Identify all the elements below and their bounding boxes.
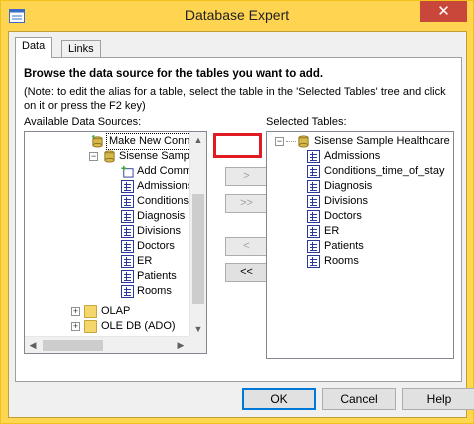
table-icon (307, 150, 320, 163)
database-icon (104, 150, 115, 163)
table-icon (121, 285, 134, 298)
selected-table-row[interactable]: ER (307, 224, 452, 239)
selected-table-label: Rooms (324, 255, 359, 267)
selected-table-row[interactable]: Conditions_time_of_stay (307, 164, 452, 179)
tree-item-label: Diagnosis (137, 210, 186, 222)
tree-item-label: Sisense Sample Healthcare (314, 135, 450, 147)
collapse-icon[interactable]: − (275, 137, 284, 146)
tree-connector (286, 141, 296, 142)
folder-icon (84, 305, 97, 318)
selected-table-row[interactable]: Admissions (307, 149, 452, 164)
table-icon (307, 165, 320, 178)
new-connection-icon (91, 135, 103, 148)
scroll-corner (189, 336, 206, 353)
table-icon (307, 180, 320, 193)
cancel-button[interactable]: Cancel (322, 388, 396, 410)
dialog-body: Links Data Browse the data source for th… (8, 31, 474, 418)
tree-item-label: Admissions (137, 180, 194, 192)
vertical-scrollbar[interactable]: ▲ ▼ (189, 132, 206, 337)
table-icon (121, 195, 134, 208)
database-expert-window: Database Expert ✕ Links Data Browse the … (0, 0, 474, 424)
selected-table-label: Divisions (324, 195, 369, 207)
ok-button[interactable]: OK (242, 388, 316, 410)
tree-item-label: Patients (137, 270, 177, 282)
instruction-note: (Note: to edit the alias for a table, se… (24, 86, 446, 112)
selected-table-row[interactable]: Doctors (307, 209, 452, 224)
tree-item-sisense-sample[interactable]: − Sisense Sample He (89, 149, 206, 164)
expand-icon[interactable]: + (71, 307, 80, 316)
table-icon (307, 225, 320, 238)
scroll-thumb[interactable] (43, 340, 103, 351)
selected-table-row[interactable]: Diagnosis (307, 179, 452, 194)
table-icon (121, 210, 134, 223)
tree-item-make-new-connection[interactable]: Make New Connec (91, 133, 205, 150)
title-bar[interactable]: Database Expert ✕ (1, 1, 473, 31)
expand-icon[interactable]: + (71, 322, 80, 331)
tree-item-ole-db[interactable]: + OLE DB (ADO) (71, 319, 191, 334)
selected-table-label: Patients (324, 240, 364, 252)
table-icon (121, 270, 134, 283)
available-sources-tree[interactable]: Make New Connec − Sisense Sample He Add … (24, 131, 207, 354)
add-all-button[interactable]: >> (225, 194, 268, 213)
table-icon (121, 255, 134, 268)
table-icon (121, 225, 134, 238)
remove-all-button[interactable]: << (225, 263, 268, 282)
scroll-down-icon[interactable]: ▼ (190, 321, 206, 337)
tree-item-label: Rooms (137, 285, 172, 297)
scroll-left-icon[interactable]: ◀ (25, 337, 41, 353)
table-icon (307, 195, 320, 208)
scroll-up-icon[interactable]: ▲ (190, 132, 206, 148)
add-command-icon (121, 165, 134, 178)
selected-table-row[interactable]: Rooms (307, 254, 452, 269)
selected-table-label: Conditions_time_of_stay (324, 165, 445, 177)
tree-item-label: ER (137, 255, 153, 267)
tree-item-label: Doctors (137, 240, 175, 252)
selected-tables-label: Selected Tables: (266, 116, 347, 128)
selected-table-label: Admissions (324, 150, 381, 162)
table-icon (307, 240, 320, 253)
highlight-annotation (213, 133, 262, 158)
folder-icon (84, 320, 97, 333)
help-button[interactable]: Help (402, 388, 474, 410)
tree-item-sisense-sample-healthcare[interactable]: − Sisense Sample Healthcare (275, 134, 453, 149)
tree-item-label: OLE DB (ADO) (101, 320, 176, 332)
remove-button[interactable]: < (225, 237, 268, 256)
table-icon (307, 210, 320, 223)
collapse-icon[interactable]: − (89, 152, 98, 161)
database-icon (298, 135, 309, 148)
tree-item-label: OLAP (101, 305, 131, 317)
available-sources-label: Available Data Sources: (24, 116, 142, 128)
selected-table-row[interactable]: Patients (307, 239, 452, 254)
scroll-thumb[interactable] (192, 194, 204, 304)
data-tab-panel: Browse the data source for the tables yo… (15, 57, 462, 382)
add-button[interactable]: > (225, 167, 268, 186)
selected-tables-tree[interactable]: − Sisense Sample Healthcare Admissions C (266, 131, 454, 359)
horizontal-scrollbar[interactable]: ◀ ▶ (25, 336, 206, 353)
selected-table-label: Diagnosis (324, 180, 373, 192)
tab-links[interactable]: Links (61, 40, 101, 58)
window-title: Database Expert (184, 7, 290, 23)
table-icon (307, 255, 320, 268)
close-button[interactable]: ✕ (420, 1, 467, 22)
instruction-heading: Browse the data source for the tables yo… (24, 68, 324, 80)
table-icon (121, 240, 134, 253)
selected-table-label: ER (324, 225, 340, 237)
scroll-right-icon[interactable]: ▶ (173, 337, 189, 353)
tree-item-olap[interactable]: + OLAP (71, 304, 191, 319)
selected-table-label: Doctors (324, 210, 362, 222)
tree-item-label: Divisions (137, 225, 182, 237)
tab-data[interactable]: Data (15, 37, 53, 58)
selected-table-row[interactable]: Divisions (307, 194, 452, 209)
table-icon (121, 180, 134, 193)
